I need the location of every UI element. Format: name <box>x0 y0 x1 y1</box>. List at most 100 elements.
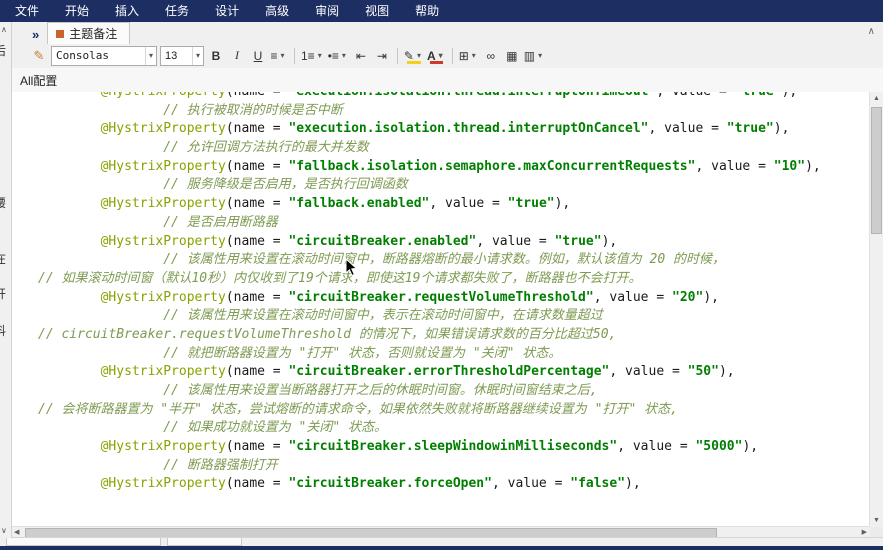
vertical-scrollbar[interactable]: ▲ ▼ <box>869 92 883 527</box>
font-color-button[interactable]: A ▾ <box>427 47 446 65</box>
attachment-icon: ▥ <box>523 48 536 63</box>
menu-item-6[interactable]: 高级 <box>252 0 302 22</box>
code-line: // 如果成功就设置为 "关闭" 状态。 <box>163 420 388 436</box>
insert-image-button[interactable]: ▦ <box>503 47 521 65</box>
code-line: // 断路器强制打开 <box>163 457 278 473</box>
image-icon: ▦ <box>506 48 518 63</box>
chevron-down-icon: ▾ <box>317 51 322 60</box>
menu-item-3[interactable]: 插入 <box>102 0 152 22</box>
format-toolbar: ✎ Consolas ▾ 13 ▾ B I U ≡ ▾ 1≡ ▾ •≡ ▾ ⇤ … <box>0 44 883 67</box>
code-line: @HystrixProperty(name = "circuitBreaker.… <box>100 233 618 249</box>
document-header: All配置 <box>11 68 883 93</box>
chevron-down-icon: ▾ <box>471 51 476 60</box>
bottom-tab-bar <box>0 537 883 546</box>
scroll-up-icon[interactable]: ∧ <box>1 25 7 34</box>
ribbon: » 主题备注 ∧ ✎ Consolas ▾ 13 ▾ B I U ≡ ▾ 1≡ … <box>0 22 883 69</box>
document-tab-all-config[interactable]: All配置 <box>20 72 57 89</box>
toolbar-separator <box>396 47 398 64</box>
code-line: // 该属性用来设置在滚动时间窗中，断路器熔断的最小请求数。例如，默认该值为 2… <box>163 252 726 268</box>
align-button[interactable]: ≡ ▾ <box>270 47 288 65</box>
insert-link-button[interactable]: ∞ <box>482 47 500 65</box>
scroll-left-icon[interactable]: ◀ <box>14 528 19 536</box>
vertical-scroll-thumb[interactable] <box>871 107 882 234</box>
code-line: // 服务降级是否启用，是否执行回调函数 <box>163 177 408 193</box>
code-line: // circuitBreaker.requestVolumeThreshold… <box>38 326 617 342</box>
chevron-down-icon: ▾ <box>416 51 421 60</box>
collapse-ribbon-icon[interactable]: ∧ <box>868 26 875 37</box>
underline-button[interactable]: U <box>249 47 267 65</box>
code-line: @HystrixProperty(name = "fallback.enable… <box>100 196 571 212</box>
format-painter-button[interactable]: ✎ <box>30 47 48 65</box>
scroll-right-icon[interactable]: ▶ <box>862 528 867 536</box>
bottom-tab-1[interactable] <box>6 538 161 546</box>
font-size-select[interactable]: 13 ▾ <box>160 45 204 66</box>
code-line: // 允许回调方法执行的最大并发数 <box>163 140 369 156</box>
clipped-sidebar-text: 后 <box>0 44 7 58</box>
code-line: @HystrixProperty(name = "circuitBreaker.… <box>100 289 719 305</box>
code-line: // 该属性用来设置当断路器打开之后的休眠时间窗。休眠时间窗结束之后, <box>163 383 598 398</box>
numbered-list-button[interactable]: 1≡ ▾ <box>301 47 325 65</box>
menu-item-4[interactable]: 任务 <box>152 0 202 22</box>
menu-item-1[interactable]: 文件 <box>2 0 52 22</box>
code-line: // 如果滚动时间窗（默认10秒）内仅收到了19个请求，即使这19个请求都失败了… <box>38 270 642 286</box>
menu-item-8[interactable]: 视图 <box>352 0 402 22</box>
clipped-sidebar-text: 腰 <box>0 196 7 210</box>
code-line: @HystrixProperty(name = "execution.isola… <box>100 121 790 137</box>
code-line: @HystrixProperty(name = "execution.isola… <box>38 92 870 102</box>
expand-chevron-icon[interactable]: » <box>32 27 39 42</box>
italic-button[interactable]: I <box>228 47 246 65</box>
numbered-list-icon: 1≡ <box>301 48 315 63</box>
menu-item-7[interactable]: 审阅 <box>302 0 352 22</box>
chevron-down-icon: ▾ <box>341 51 346 60</box>
code-line: // 该属性用来设置在滚动时间窗中，表示在滚动时间窗中，在请求数量超过 <box>163 308 603 324</box>
doc-tab-label: 主题备注 <box>69 27 118 41</box>
chevron-down-icon: ▾ <box>280 51 285 60</box>
code-line: // 是否启用断路器 <box>163 214 278 230</box>
toolbar-separator <box>451 47 453 64</box>
code-line: @HystrixProperty(name = "circuitBreaker.… <box>100 364 735 380</box>
bullet-list-icon: •≡ <box>327 48 339 63</box>
content-area: All配置 @HystrixProperty(name = "execution… <box>11 68 883 538</box>
code-line: // 执行被取消的时候是否中断 <box>163 102 343 118</box>
menu-item-5[interactable]: 设计 <box>202 0 252 22</box>
doc-tab-theme-notes[interactable]: 主题备注 <box>47 22 131 44</box>
table-icon: ⊞ <box>458 48 469 63</box>
chevron-down-icon: ▾ <box>538 51 543 60</box>
code-line: @HystrixProperty(name = "fallback.isolat… <box>100 158 821 174</box>
notebook-icon <box>56 29 65 38</box>
insert-attachment-button[interactable]: ▥ ▾ <box>524 47 545 65</box>
chevron-down-icon: ▾ <box>191 46 203 65</box>
clipped-sidebar-text: 在 <box>0 252 7 266</box>
menu-item-2[interactable]: 开始 <box>52 0 102 22</box>
bottom-status-strip <box>0 546 883 550</box>
clipped-sidebar-text: 开 <box>0 287 7 301</box>
bold-button[interactable]: B <box>207 47 225 65</box>
ribbon-tab-row: » 主题备注 ∧ <box>0 22 883 44</box>
bullet-list-button[interactable]: •≡ ▾ <box>328 47 349 65</box>
toolbar-separator <box>294 47 295 64</box>
font-color-swatch <box>430 60 443 64</box>
code-line: @HystrixProperty(name = "circuitBreaker.… <box>100 439 759 455</box>
indent-button[interactable]: ⇥ <box>373 47 391 65</box>
link-icon: ∞ <box>486 48 496 63</box>
chevron-down-icon: ▾ <box>438 51 443 60</box>
insert-table-button[interactable]: ⊞ ▾ <box>459 47 479 65</box>
scroll-down-icon[interactable]: ∨ <box>1 526 7 535</box>
font-name-select[interactable]: Consolas ▾ <box>51 45 157 66</box>
scroll-down-icon[interactable]: ▼ <box>870 517 883 524</box>
code-line: // 会将断路器置为 "半开" 状态，尝试熔断的请求命令，如果依然失败就将断路器… <box>38 401 678 417</box>
highlight-color-button[interactable]: ✎ ▾ <box>404 47 424 65</box>
outdent-button[interactable]: ⇤ <box>352 47 370 65</box>
bottom-tab-2[interactable] <box>167 538 242 546</box>
menubar: 文件 开始 插入 任务 设计 高级 审阅 视图 帮助 <box>0 0 883 22</box>
highlight-color-swatch <box>406 60 421 64</box>
collapsed-sidebar[interactable]: ∧ ∨ 后腰在开抖 <box>0 22 12 538</box>
scroll-up-icon[interactable]: ▲ <box>870 95 883 102</box>
code-editor[interactable]: @HystrixProperty(name = "execution.isola… <box>11 92 870 527</box>
menu-item-9[interactable]: 帮助 <box>402 0 452 22</box>
chevron-down-icon: ▾ <box>144 46 156 65</box>
clipped-sidebar-text: 抖 <box>0 324 7 338</box>
code-line: // 就把断路器设置为 "打开" 状态，否则就设置为 "关闭" 状态。 <box>163 345 562 361</box>
code-line: @HystrixProperty(name = "circuitBreaker.… <box>100 476 641 492</box>
align-icon: ≡ <box>270 48 278 63</box>
